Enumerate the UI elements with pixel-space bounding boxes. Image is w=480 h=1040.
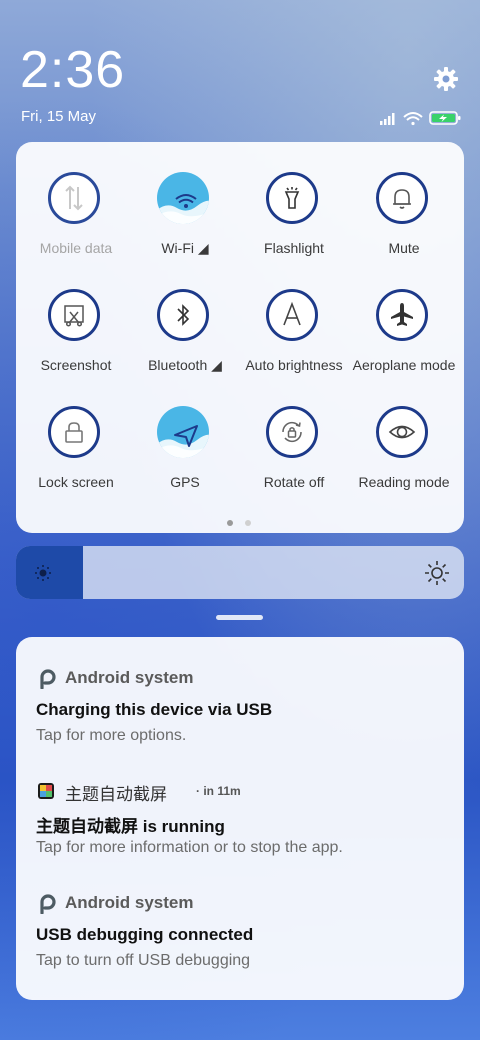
tile-label: Reading mode [358,474,450,490]
tile-label: Aeroplane mode [352,357,456,373]
tile-flashlight[interactable]: Flashlight [239,142,349,256]
tile-label: Auto brightness [245,357,343,373]
page-dot-active[interactable] [227,520,233,526]
tile-lock-screen[interactable]: Lock screen [21,376,131,490]
tile-screenshot[interactable]: Screenshot [21,259,131,373]
notification-usb-charging[interactable]: Android system Charging this device via … [36,667,456,747]
sun-small-icon [35,565,51,581]
airplane-icon [376,289,428,341]
tile-label: Wi-Fi ◢ [161,240,209,256]
tile-rotate-off[interactable]: Rotate off [239,376,349,490]
tile-wifi[interactable]: Wi-Fi ◢ [130,142,240,256]
app-name: 主题自动截屏 [65,785,167,804]
notification-panel: Android system Charging this device via … [16,637,464,1000]
tile-gps[interactable]: GPS [130,376,240,490]
tile-label: Rotate off [263,474,325,490]
gear-icon[interactable] [433,66,459,92]
tile-auto-brightness[interactable]: Auto brightness [239,259,349,373]
signal-icon [380,113,395,125]
bell-icon [376,172,428,224]
notification-title: USB debugging connected [36,925,254,944]
notification-title: 主题自动截屏 is running [36,817,225,836]
theme-screenshot-app-icon [38,783,54,799]
clock: 2:36 [20,41,126,99]
tile-mute[interactable]: Mute [349,142,459,256]
screenshot-icon [48,289,100,341]
notification-time: · in 11m [196,784,241,798]
wifi-icon [403,112,423,126]
rotation-lock-icon [266,406,318,458]
notification-title: Charging this device via USB [36,700,273,719]
tile-mobile-data[interactable]: Mobile data [21,142,131,256]
quick-settings-panel: Mobile data Wi-Fi ◢ Flashlight Mute Scre… [16,142,464,533]
notification-text: Tap for more information or to stop the … [36,839,343,856]
auto-brightness-icon [266,289,318,341]
notification-text: Tap for more options. [36,727,187,744]
brightness-slider[interactable] [16,546,464,599]
eye-icon [376,406,428,458]
status-icons [380,111,461,126]
page-dot[interactable] [245,520,251,526]
drag-handle[interactable] [216,615,263,620]
wifi-icon [157,172,209,224]
tile-label: GPS [170,474,200,490]
android-p-icon [40,669,56,689]
android-p-icon [40,894,56,914]
tile-label: Bluetooth ◢ [148,357,222,373]
battery-charging-icon [429,111,461,125]
app-name: Android system [65,893,194,912]
tile-label: Mute [388,240,420,256]
notification-app-running[interactable]: 主题自动截屏 · in 11m 主题自动截屏 is running Tap fo… [36,779,456,859]
flashlight-icon [266,172,318,224]
tile-label: Mobile data [39,240,113,256]
tile-reading-mode[interactable]: Reading mode [349,376,459,490]
notification-usb-debugging[interactable]: Android system USB debugging connected T… [36,892,456,972]
bluetooth-icon [157,289,209,341]
mobile-data-icon [48,172,100,224]
tile-aeroplane-mode[interactable]: Aeroplane mode [349,259,459,373]
tile-label: Lock screen [38,474,114,490]
tile-label: Screenshot [40,357,112,373]
location-arrow-icon [157,406,209,458]
page-indicator [227,520,257,528]
tile-label: Flashlight [264,240,324,256]
sun-large-icon [425,561,449,585]
date: Fri, 15 May [21,108,97,125]
lock-icon [48,406,100,458]
notification-text: Tap to turn off USB debugging [36,952,251,969]
tile-bluetooth[interactable]: Bluetooth ◢ [130,259,240,373]
app-name: Android system [65,668,194,687]
